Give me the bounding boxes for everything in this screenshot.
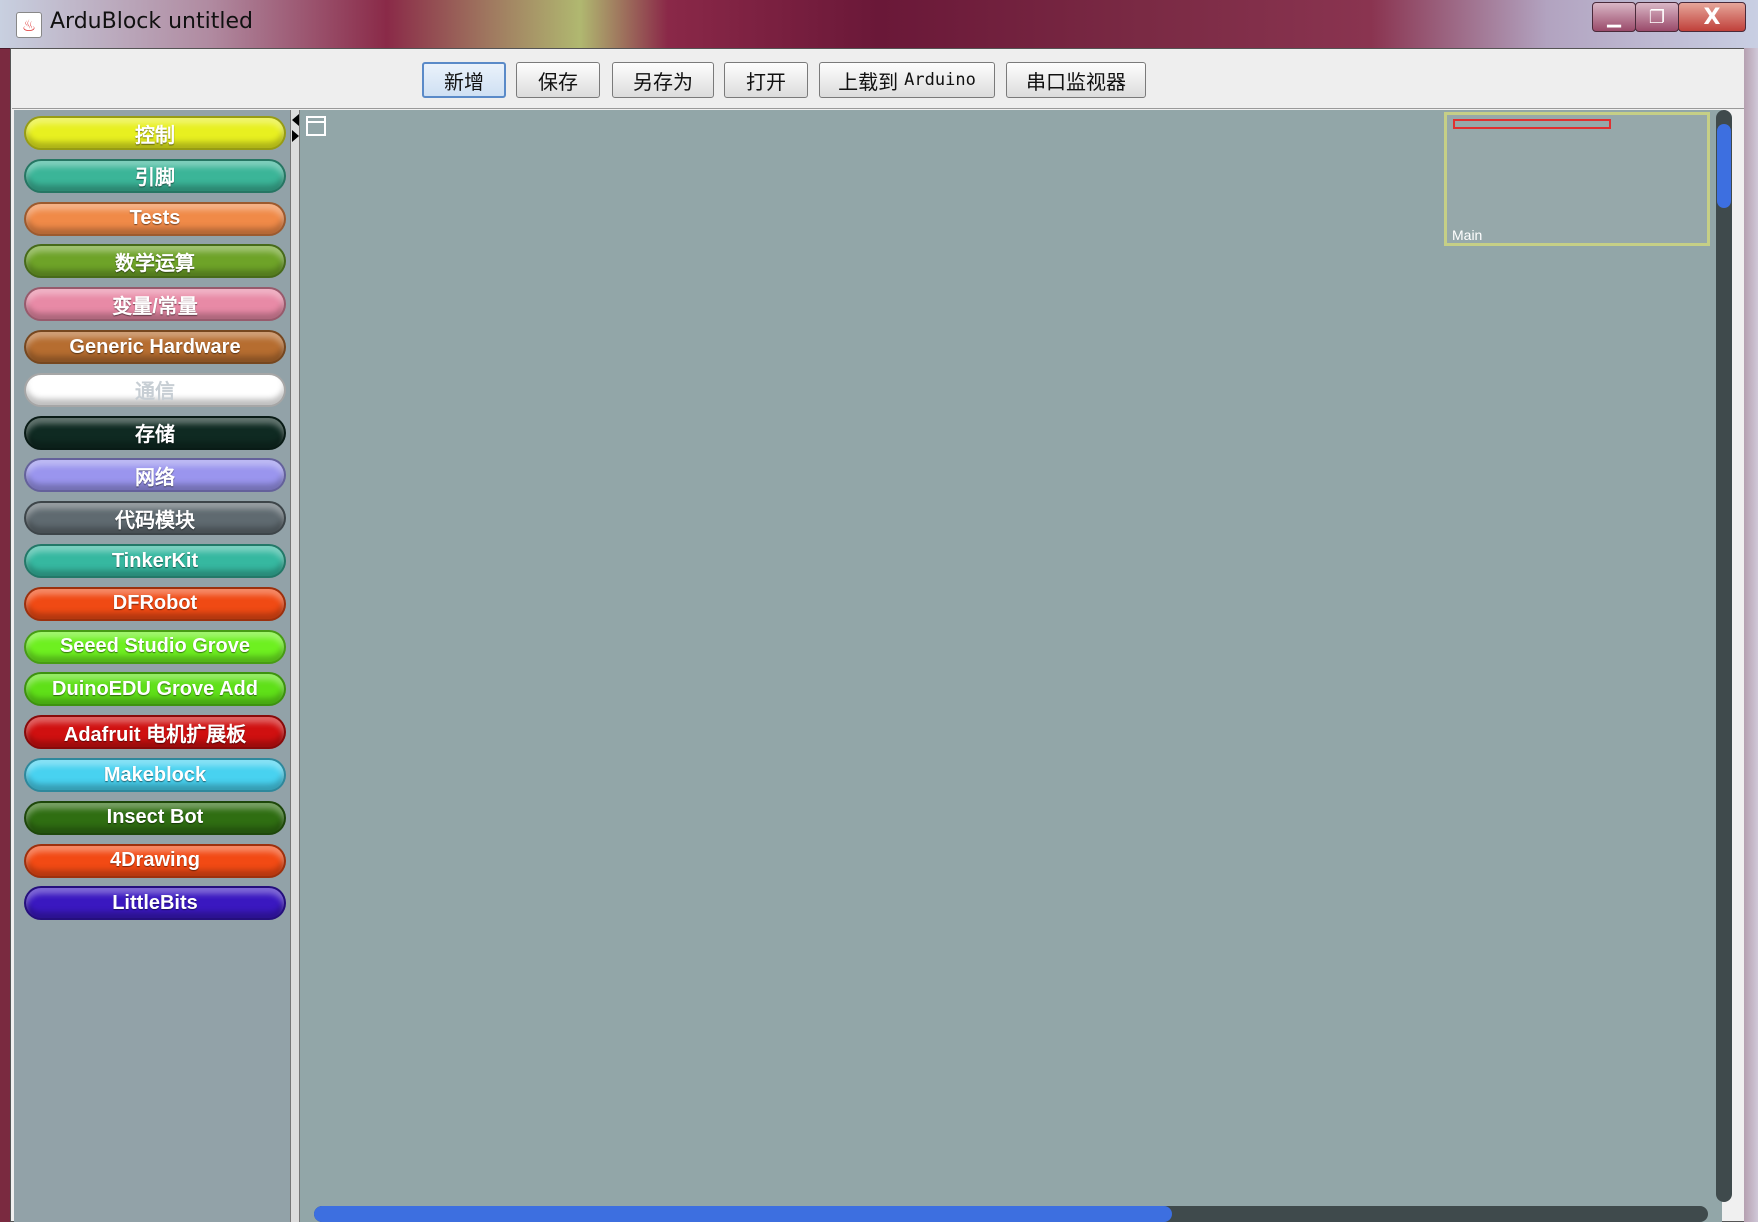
- minimap-label: Main: [1452, 227, 1483, 243]
- category-button[interactable]: Makeblock: [24, 758, 286, 792]
- close-button[interactable]: X: [1678, 2, 1746, 32]
- category-button[interactable]: Adafruit 电机扩展板: [24, 715, 286, 750]
- split-pane-divider[interactable]: [290, 110, 300, 1222]
- category-button[interactable]: Generic Hardware: [24, 330, 286, 364]
- category-button[interactable]: 网络: [24, 458, 286, 493]
- category-button[interactable]: DFRobot: [24, 586, 286, 621]
- category-button[interactable]: Seeed Studio Grove: [24, 629, 286, 664]
- workspace-canvas[interactable]: [300, 110, 1722, 1222]
- save-as-button[interactable]: 另存为: [612, 62, 714, 98]
- category-button[interactable]: 变量/常量: [24, 287, 286, 322]
- serial-monitor-button[interactable]: 串口监视器: [1006, 62, 1146, 98]
- vertical-scroll-thumb[interactable]: [1717, 124, 1731, 208]
- category-button[interactable]: LittleBits: [24, 886, 286, 921]
- category-button[interactable]: 控制: [24, 116, 286, 150]
- window-controls: ▁ ❐ X: [1592, 2, 1746, 32]
- horizontal-scroll-thumb[interactable]: [314, 1206, 1172, 1222]
- window-edge: [1744, 48, 1758, 1222]
- window-title: ArduBlock untitled: [50, 9, 253, 34]
- minimap-viewport[interactable]: [1453, 119, 1611, 129]
- save-button[interactable]: 保存: [516, 62, 600, 98]
- category-button[interactable]: Insect Bot: [24, 800, 286, 835]
- category-button[interactable]: 存储: [24, 415, 286, 450]
- new-button[interactable]: 新增: [422, 62, 506, 98]
- category-button[interactable]: DuinoEDU Grove Add: [24, 672, 286, 707]
- collapse-left-icon[interactable]: [292, 114, 299, 126]
- upload-button-label: 上载到: [838, 69, 899, 94]
- category-button[interactable]: 引脚: [24, 158, 286, 193]
- category-button[interactable]: TinkerKit: [24, 544, 286, 578]
- java-app-icon: ♨: [16, 12, 42, 38]
- vertical-scrollbar[interactable]: [1716, 110, 1732, 1202]
- minimap[interactable]: Main: [1444, 112, 1710, 246]
- category-button[interactable]: 代码模块: [24, 501, 286, 536]
- page-icon[interactable]: [306, 116, 326, 136]
- maximize-button[interactable]: ❐: [1635, 2, 1679, 32]
- upload-button[interactable]: 上载到 Arduino: [819, 62, 995, 98]
- category-button[interactable]: Tests: [24, 201, 286, 236]
- minimize-button[interactable]: ▁: [1592, 2, 1636, 32]
- open-button[interactable]: 打开: [724, 62, 808, 98]
- category-button[interactable]: 4Drawing: [24, 843, 286, 878]
- category-button[interactable]: 数学运算: [24, 244, 286, 279]
- expand-right-icon[interactable]: [292, 130, 299, 142]
- title-bar: ♨ ArduBlock untitled ▁ ❐ X: [0, 0, 1758, 49]
- upload-button-board: Arduino: [904, 70, 976, 90]
- toolbar: 新增 保存 另存为 打开 上载到 Arduino 串口监视器: [12, 50, 1744, 109]
- category-button[interactable]: 通信: [24, 372, 286, 407]
